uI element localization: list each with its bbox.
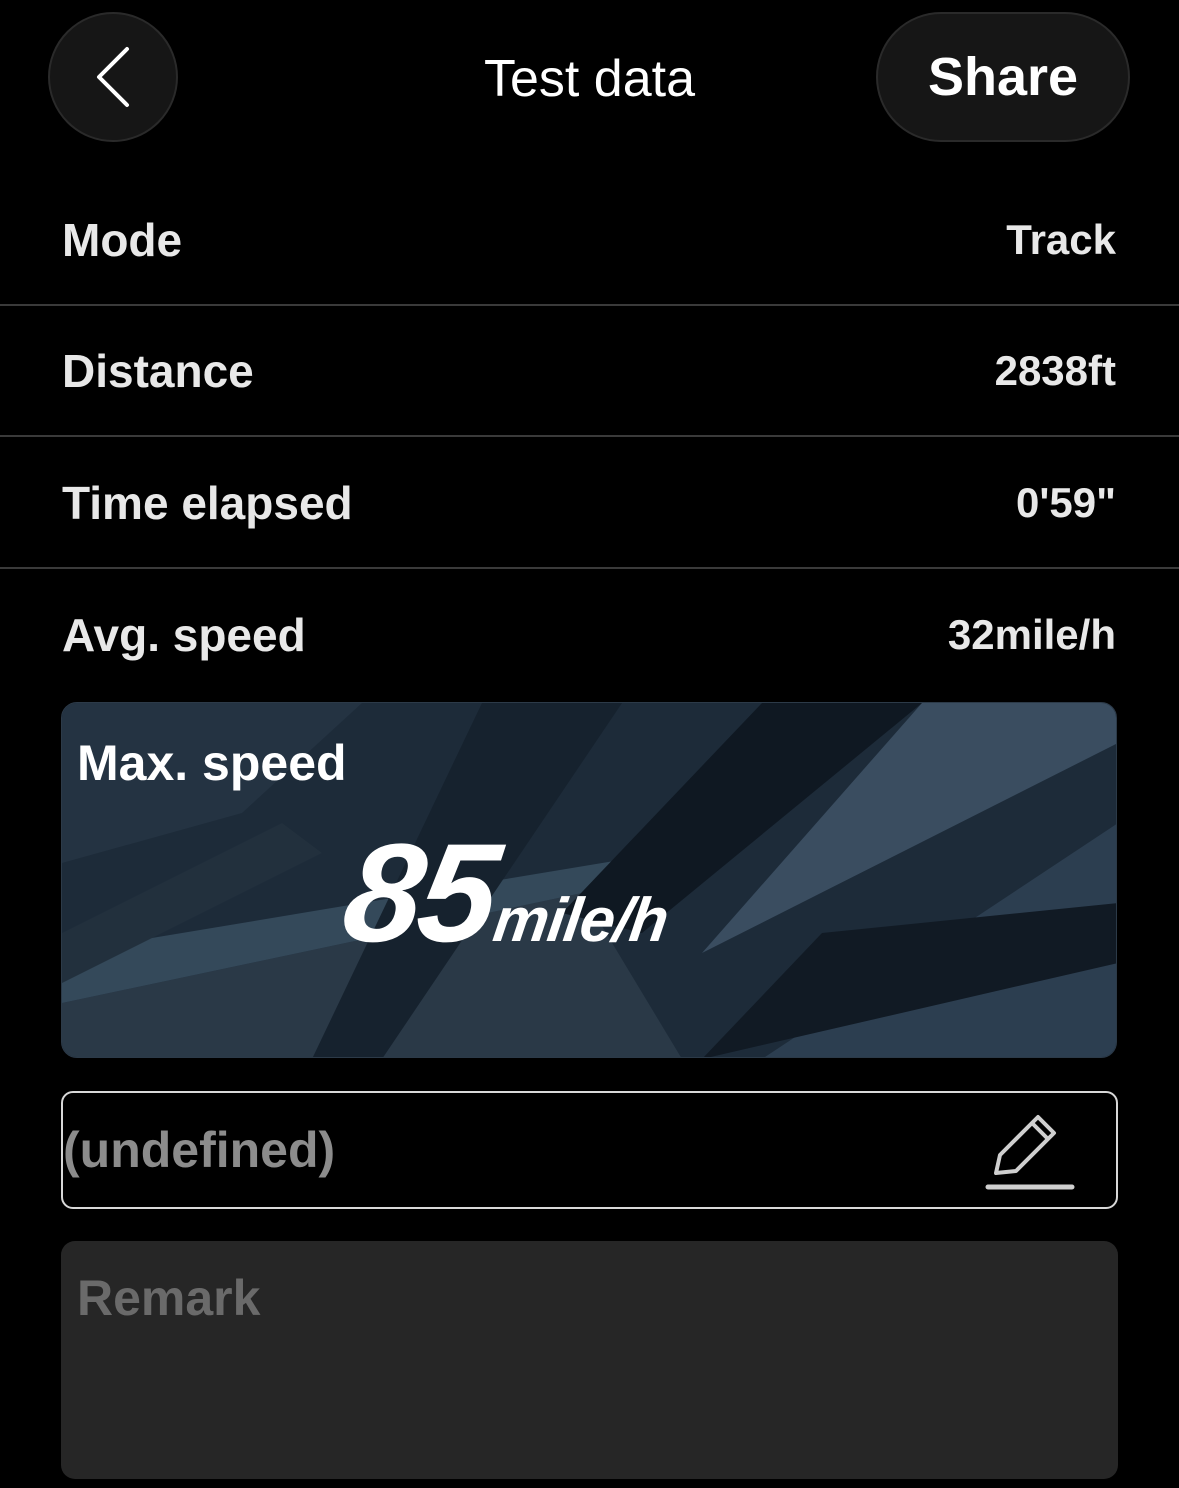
edit-name-button[interactable]: [978, 1103, 1078, 1199]
max-speed-label: Max. speed: [77, 735, 347, 791]
stat-value: 32mile/h: [947, 611, 1116, 658]
max-speed-readout: 85mile/h: [335, 814, 672, 971]
stat-row-time-elapsed: Time elapsed 0'59": [0, 437, 1179, 569]
stat-row-avg-speed: Avg. speed 32mile/h: [0, 569, 1179, 701]
stat-row-distance: Distance 2838ft: [0, 305, 1179, 437]
remark-field[interactable]: [61, 1241, 1118, 1479]
stat-label: Distance: [62, 345, 254, 397]
stat-value: 0'59": [1016, 479, 1116, 526]
test-name-value: (undefined): [63, 1122, 336, 1178]
stat-label: Time elapsed: [62, 477, 353, 529]
pencil-icon: [985, 1115, 1075, 1190]
max-speed-card: Max. speed 85mile/h: [61, 702, 1117, 1058]
share-button[interactable]: Share: [876, 12, 1130, 142]
stat-label: Avg. speed: [62, 609, 306, 661]
stat-value: 2838ft: [994, 347, 1116, 394]
stat-value: Track: [1006, 216, 1116, 263]
stat-label: Mode: [62, 214, 183, 266]
max-speed-unit: mile/h: [488, 886, 672, 955]
test-name-field[interactable]: (undefined): [61, 1091, 1118, 1209]
stat-row-mode: Mode Track: [0, 174, 1179, 306]
max-speed-value: 85: [335, 814, 505, 971]
